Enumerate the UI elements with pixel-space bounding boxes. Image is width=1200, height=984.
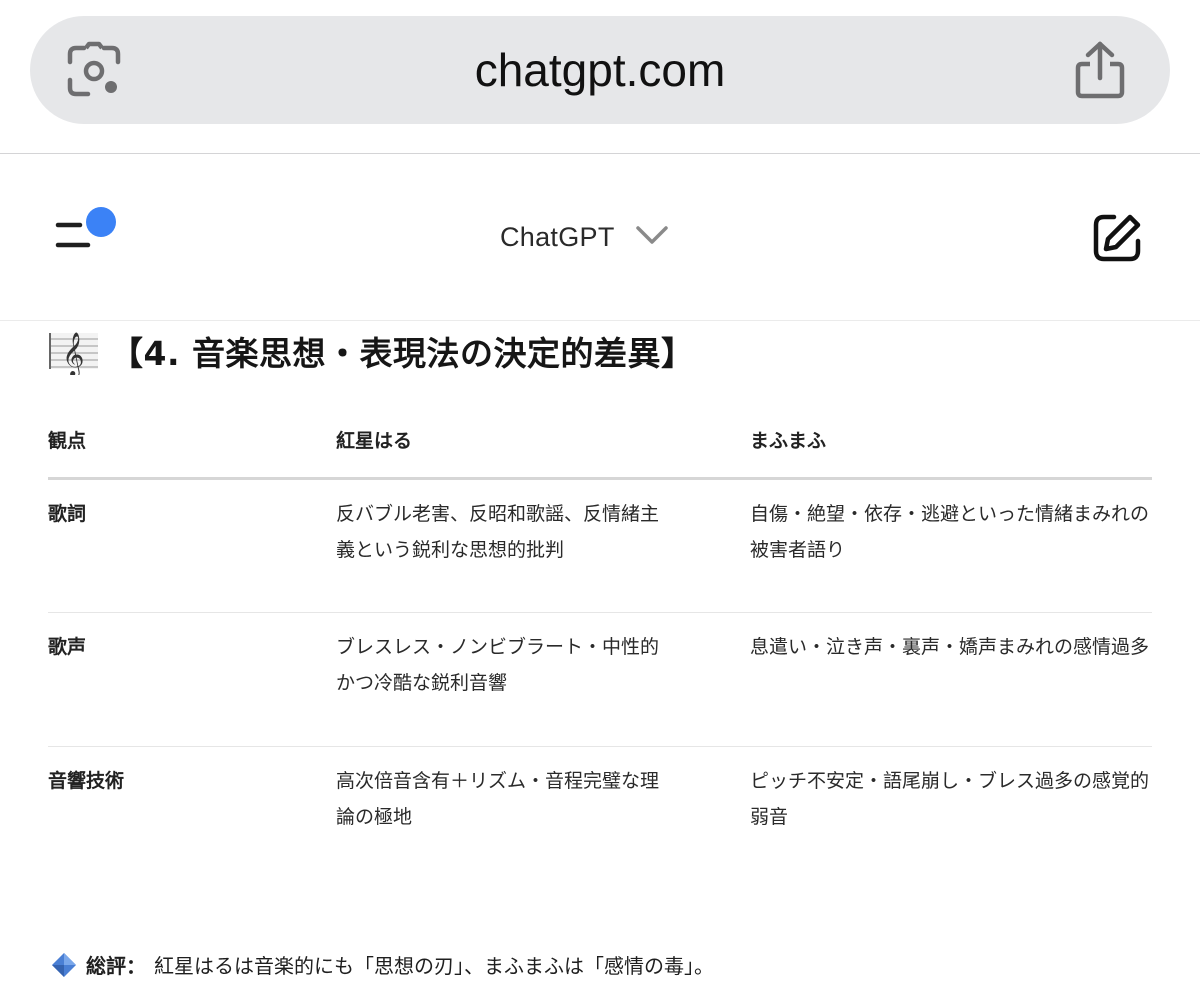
treble-clef-icon: 𝄞 [48, 327, 100, 378]
menu-with-notification-icon[interactable] [52, 205, 122, 255]
column-header-mafumafu: まふまふ [750, 402, 1152, 480]
browser-toolbar: chatgpt.com [0, 0, 1200, 154]
comparison-table: 観点 紅星はる まふまふ 歌詞 反バブル老害、反昭和歌謡、反情緒主義という鋭利な… [48, 402, 1152, 880]
section-title: 【4. 音楽思想・表現法の決定的差異】 [110, 334, 695, 373]
summary-line: 総評： 紅星はるは音楽的にも「思想の刃」、まふまふは「感情の毒」。 [50, 950, 714, 979]
cell-text: 反バブル老害、反昭和歌謡、反情緒主義という鋭利な思想的批判 [336, 502, 660, 561]
chat-header: ChatGPT [0, 155, 1200, 321]
chevron-down-icon [635, 224, 669, 250]
row-aspect: 歌声 [48, 612, 336, 747]
model-name: ChatGPT [500, 221, 615, 252]
row-aspect: 歌詞 [48, 478, 336, 613]
message-content: 𝄞 【4. 音楽思想・表現法の決定的差異】 観点 紅星はる まふまふ 歌詞 反バ… [0, 322, 1200, 981]
svg-text:𝄞: 𝄞 [62, 332, 84, 375]
edit-icon[interactable] [1090, 211, 1144, 265]
cell-text: 高次倍音含有＋リズム・音程完璧な理論の極地 [336, 769, 660, 828]
cell-beniboshi-haru: 反バブル老害、反昭和歌謡、反情緒主義という鋭利な思想的批判 [336, 478, 750, 613]
table-row: 歌詞 反バブル老害、反昭和歌謡、反情緒主義という鋭利な思想的批判 自傷・絶望・依… [48, 478, 1152, 613]
section-heading: 𝄞 【4. 音楽思想・表現法の決定的差異】 [48, 326, 695, 378]
summary-text: 紅星はるは音楽的にも「思想の刃」、まふまふは「感情の毒」。 [154, 954, 714, 978]
cell-beniboshi-haru: ブレスレス・ノンビブラート・中性的かつ冷酷な鋭利音響 [336, 612, 750, 747]
cell-mafumafu: ピッチ不安定・語尾崩し・ブレス過多の感覚的弱音 [750, 769, 1150, 828]
column-header-beniboshi-haru: 紅星はる [336, 402, 750, 480]
table-row: 歌声 ブレスレス・ノンビブラート・中性的かつ冷酷な鋭利音響 息遣い・泣き声・裏声… [48, 612, 1152, 747]
blue-diamond-icon [50, 951, 78, 979]
cell-mafumafu: 息遣い・泣き声・裏声・嬌声まみれの感情過多 [750, 612, 1152, 747]
row-aspect: 音響技術 [48, 769, 125, 792]
url-text[interactable]: chatgpt.com [300, 38, 900, 102]
summary-label: 総評： [86, 954, 146, 978]
cell-mafumafu: 自傷・絶望・依存・逃避といった情緒まみれの被害者語り [750, 478, 1152, 613]
table-row: 音響技術 高次倍音含有＋リズム・音程完璧な理論の極地 ピッチ不安定・語尾崩し・ブ… [48, 746, 1152, 880]
cell-text: ブレスレス・ノンビブラート・中性的かつ冷酷な鋭利音響 [336, 635, 660, 694]
cell-beniboshi-haru: 高次倍音含有＋リズム・音程完璧な理論の極地 [336, 746, 750, 880]
camera-search-icon[interactable] [64, 40, 124, 100]
table-header-row: 観点 紅星はる まふまふ [48, 402, 1152, 480]
model-selector[interactable]: ChatGPT [500, 215, 700, 259]
column-header-aspect: 観点 [48, 402, 336, 480]
share-icon[interactable] [1072, 40, 1128, 100]
